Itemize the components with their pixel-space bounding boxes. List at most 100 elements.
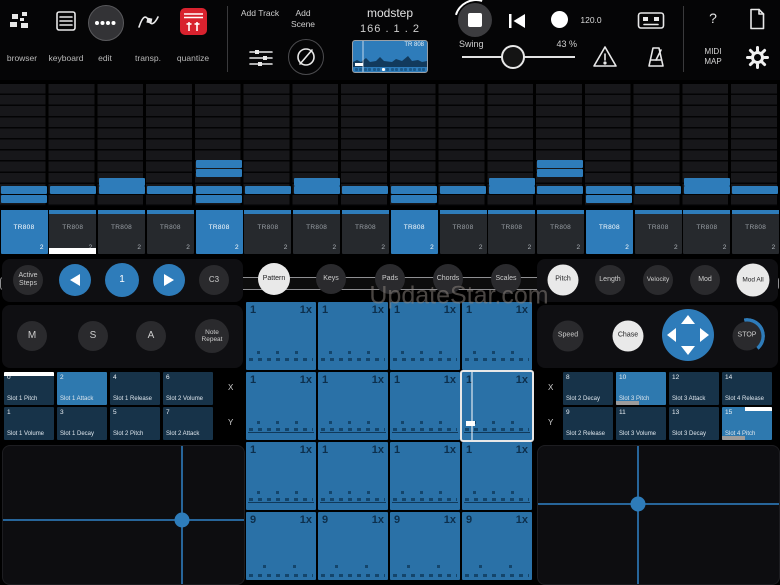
dpad-control[interactable] bbox=[662, 309, 714, 361]
midi-note[interactable] bbox=[1, 195, 47, 203]
midi-note[interactable] bbox=[1, 186, 47, 194]
pattern-cell[interactable]: 91x bbox=[390, 512, 460, 580]
metronome-icon[interactable] bbox=[645, 45, 667, 74]
pattern-cell[interactable]: 91x bbox=[318, 512, 388, 580]
page-number-button[interactable]: 1 bbox=[105, 263, 139, 297]
pattern-cell[interactable]: 11x bbox=[462, 442, 532, 510]
automation-button[interactable]: A bbox=[136, 321, 166, 351]
mixer-icon[interactable] bbox=[248, 48, 274, 73]
mute-button[interactable]: M bbox=[17, 321, 47, 351]
midi-note[interactable] bbox=[99, 178, 145, 186]
slot-cell[interactable]: 11Slot 3 Volume bbox=[616, 407, 666, 440]
rewind-icon[interactable] bbox=[508, 12, 528, 35]
slot-cell[interactable]: 14Slot 4 Release bbox=[722, 372, 772, 405]
nav-label-browser[interactable]: browser bbox=[7, 53, 37, 63]
slot-cell[interactable]: 9Slot 2 Release bbox=[563, 407, 613, 440]
midi-note[interactable] bbox=[537, 160, 583, 168]
slot-cell[interactable]: 3Slot 1 Decay bbox=[57, 407, 107, 440]
pattern-cell[interactable]: 11x bbox=[390, 442, 460, 510]
midi-note[interactable] bbox=[196, 160, 242, 168]
tab-pattern[interactable]: Pattern bbox=[258, 263, 290, 295]
slot-cell[interactable]: 15Slot 4 Pitch bbox=[722, 407, 772, 440]
quantize-icon[interactable] bbox=[180, 8, 207, 35]
edit-icon[interactable] bbox=[88, 5, 124, 41]
track-cell[interactable]: TR8082 bbox=[440, 210, 487, 254]
xy-pad-left[interactable] bbox=[2, 445, 245, 585]
midi-note[interactable] bbox=[196, 169, 242, 177]
pattern-cell[interactable]: 91x bbox=[462, 512, 532, 580]
slot-cell[interactable]: 8Slot 2 Decay bbox=[563, 372, 613, 405]
pattern-stop-button[interactable]: STOP bbox=[733, 322, 762, 351]
pattern-cell[interactable]: 11x bbox=[318, 372, 388, 440]
chase-button[interactable]: Chase bbox=[613, 321, 644, 352]
tab-scales[interactable]: Scales bbox=[491, 264, 521, 294]
piano-roll[interactable] bbox=[0, 84, 780, 206]
tab-pitch[interactable]: Pitch bbox=[548, 265, 579, 296]
track-cell[interactable]: TR8082 bbox=[293, 210, 340, 254]
track-cell[interactable]: TR8082 bbox=[342, 210, 389, 254]
midi-note[interactable] bbox=[99, 186, 145, 194]
tab-keys[interactable]: Keys bbox=[316, 264, 346, 294]
root-note-button[interactable]: C3 bbox=[199, 265, 229, 295]
slot-cell[interactable]: 4Slot 1 Release bbox=[110, 372, 160, 405]
track-cell[interactable]: TR8082 bbox=[98, 210, 145, 254]
dpad-right-icon[interactable] bbox=[700, 328, 709, 342]
prev-page-button[interactable] bbox=[59, 264, 91, 296]
pattern-cell[interactable]: 11x bbox=[462, 302, 532, 370]
stop-button[interactable] bbox=[458, 3, 492, 37]
xy-pad-right[interactable] bbox=[537, 445, 780, 585]
midi-note[interactable] bbox=[440, 186, 486, 194]
gear-icon[interactable] bbox=[745, 45, 770, 75]
slot-cell[interactable]: 13Slot 3 Decay bbox=[669, 407, 719, 440]
midi-note[interactable] bbox=[586, 195, 632, 203]
track-cell[interactable]: TR8082 bbox=[196, 210, 243, 254]
midi-note[interactable] bbox=[684, 178, 730, 186]
tab-length[interactable]: Length bbox=[595, 265, 625, 295]
midi-note[interactable] bbox=[537, 186, 583, 194]
dpad-up-icon[interactable] bbox=[681, 315, 695, 324]
pattern-cell[interactable]: 11x bbox=[460, 370, 534, 442]
midi-note[interactable] bbox=[294, 186, 340, 194]
track-cell[interactable]: TR8082 bbox=[537, 210, 584, 254]
midi-note[interactable] bbox=[635, 186, 681, 194]
nav-label-edit[interactable]: edit bbox=[98, 53, 112, 63]
tab-velocity[interactable]: Velocity bbox=[643, 265, 673, 295]
warning-icon[interactable] bbox=[592, 45, 618, 74]
dpad-left-icon[interactable] bbox=[667, 328, 676, 342]
slot-cell[interactable]: 12Slot 3 Attack bbox=[669, 372, 719, 405]
midi-note[interactable] bbox=[391, 186, 437, 194]
transpose-icon[interactable] bbox=[137, 11, 161, 38]
document-icon[interactable] bbox=[748, 8, 766, 35]
slot-cell[interactable]: 7Slot 2 Attack bbox=[163, 407, 213, 440]
tape-icon[interactable] bbox=[637, 11, 665, 36]
midi-note[interactable] bbox=[294, 178, 340, 186]
active-steps-button[interactable]: Active Steps bbox=[13, 265, 43, 295]
midi-note[interactable] bbox=[732, 186, 778, 194]
midi-map-button[interactable]: MIDI MAP bbox=[704, 47, 721, 68]
note-repeat-button[interactable]: Note Repeat bbox=[195, 319, 229, 353]
track-cell[interactable]: TR8082 bbox=[683, 210, 730, 254]
tab-chords[interactable]: Chords bbox=[433, 264, 463, 294]
track-cell[interactable]: TR8082 bbox=[635, 210, 682, 254]
speed-button[interactable]: Speed bbox=[553, 321, 584, 352]
nav-label-quantize[interactable]: quantize bbox=[177, 53, 209, 63]
tab-mod-all[interactable]: Mod All bbox=[737, 264, 770, 297]
track-preview-thumbnail[interactable]: TR 808 bbox=[352, 40, 428, 73]
slot-cell[interactable]: 0Slot 1 Pitch bbox=[4, 372, 54, 405]
midi-note[interactable] bbox=[342, 186, 388, 194]
tempo-display[interactable]: 120.0 bbox=[580, 15, 601, 25]
midi-note[interactable] bbox=[684, 186, 730, 194]
midi-note[interactable] bbox=[489, 186, 535, 194]
slot-cell[interactable]: 10Slot 3 Pitch bbox=[616, 372, 666, 405]
track-cell[interactable]: TR8082 bbox=[244, 210, 291, 254]
keyboard-icon[interactable] bbox=[56, 11, 78, 38]
pattern-cell[interactable]: 11x bbox=[318, 302, 388, 370]
pattern-cell[interactable]: 11x bbox=[390, 302, 460, 370]
midi-note[interactable] bbox=[489, 178, 535, 186]
midi-note[interactable] bbox=[245, 186, 291, 194]
midi-note[interactable] bbox=[537, 169, 583, 177]
track-cell[interactable]: TR8082 bbox=[586, 210, 633, 254]
dpad-down-icon[interactable] bbox=[681, 346, 695, 355]
tab-mod[interactable]: Mod bbox=[690, 265, 720, 295]
track-cell[interactable]: TR8082 bbox=[147, 210, 194, 254]
